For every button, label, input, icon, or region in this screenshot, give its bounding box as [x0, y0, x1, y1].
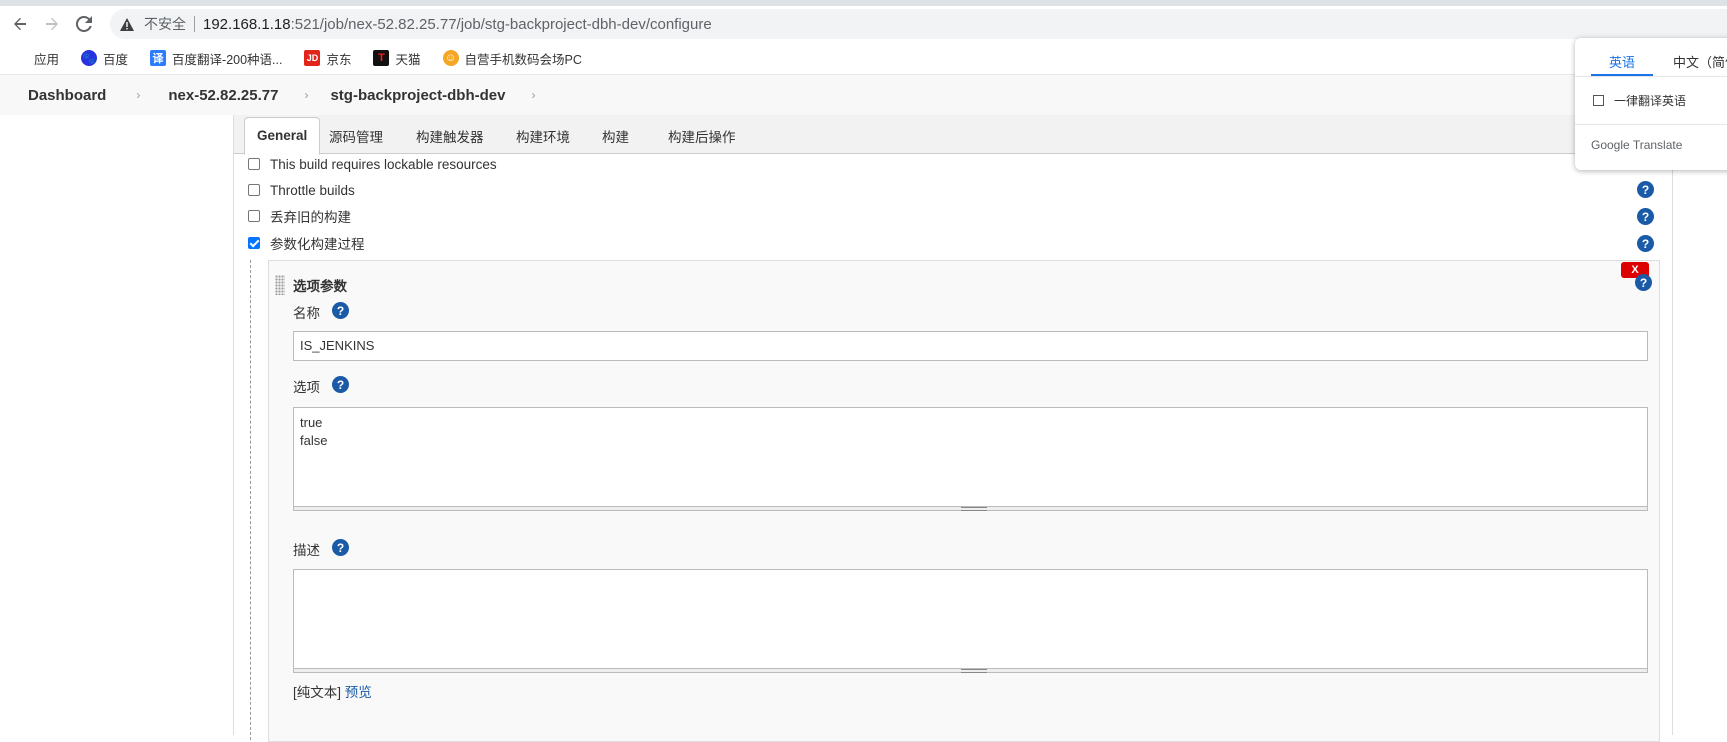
- name-label: 名称: [293, 306, 320, 321]
- browser-toolbar: 不安全 192.168.1.18:521/job/nex-52.82.25.77…: [0, 6, 1727, 42]
- config-tabbar: General 源码管理 构建触发器 构建环境 构建 构建后操作: [234, 115, 1672, 155]
- insecure-label: 不安全: [144, 16, 186, 32]
- option-label: 丢弃旧的构建: [270, 210, 351, 225]
- bookmark-jd[interactable]: JD 京东: [304, 49, 351, 68]
- option-label: This build requires lockable resources: [270, 156, 497, 172]
- option-label: 参数化构建过程: [270, 237, 365, 252]
- help-icon[interactable]: ?: [1637, 235, 1654, 252]
- always-translate-checkbox[interactable]: [1593, 95, 1604, 106]
- choices-resize-handle[interactable]: [293, 507, 1648, 511]
- param-title: 选项参数: [293, 279, 347, 294]
- translate-divider: [1575, 124, 1727, 125]
- chevron-right-icon[interactable]: ›: [136, 88, 140, 102]
- bookmark-baidu[interactable]: 🐾 百度: [81, 49, 128, 68]
- apps-grid-icon: [14, 51, 28, 65]
- preview-link[interactable]: 预览: [345, 685, 372, 700]
- help-icon[interactable]: ?: [332, 302, 349, 319]
- bookmark-apps[interactable]: 应用: [14, 49, 59, 68]
- help-icon[interactable]: ?: [1637, 208, 1654, 225]
- parameterized-build-checkbox[interactable]: [248, 237, 260, 249]
- bookmark-label: 百度: [103, 52, 129, 67]
- translate-tabs-divider: [1575, 76, 1727, 77]
- tab-general[interactable]: General: [244, 117, 321, 155]
- help-icon[interactable]: ?: [332, 376, 349, 393]
- back-button[interactable]: [8, 12, 32, 36]
- choice-parameter-block: 选项参数 X ? 名称 ? IS_JENKINS 选项 ? true false…: [268, 260, 1660, 742]
- help-icon[interactable]: ?: [332, 539, 349, 556]
- forward-button[interactable]: [40, 12, 64, 36]
- google-translate-popup: 英语 中文（简体） 一律翻译英语 Google Translate: [1575, 38, 1727, 170]
- drag-handle-icon[interactable]: [275, 275, 285, 295]
- description-resize-handle[interactable]: [293, 669, 1648, 673]
- arrow-left-icon: [14, 17, 26, 31]
- address-bar[interactable]: 不安全 192.168.1.18:521/job/nex-52.82.25.77…: [110, 9, 1727, 39]
- bookmark-label: 自营手机数码会场PC: [464, 52, 582, 67]
- bookmark-tmall[interactable]: T 天猫: [373, 49, 421, 68]
- discard-old-builds-checkbox[interactable]: [248, 210, 260, 222]
- google-translate-logo: Google Translate: [1591, 138, 1683, 152]
- tmall-icon: T: [373, 50, 390, 66]
- tab-post-build[interactable]: 构建后操作: [656, 123, 748, 153]
- tab-build-triggers[interactable]: 构建触发器: [404, 123, 496, 153]
- bookmark-label: 天猫: [395, 52, 421, 67]
- translate-icon: 译: [150, 50, 167, 66]
- chevron-right-icon[interactable]: ›: [531, 88, 535, 102]
- throttle-builds-checkbox[interactable]: [248, 184, 260, 196]
- option-parameterized-build[interactable]: 参数化构建过程: [248, 233, 365, 253]
- breadcrumb-folder[interactable]: nex-52.82.25.77: [168, 87, 278, 104]
- plain-text-label: [纯文本]: [293, 685, 342, 700]
- url-path: :521/job/nex-52.82.25.77/job/stg-backpro…: [290, 15, 712, 33]
- bookmark-baidu-translate[interactable]: 译 百度翻译-200种语...: [150, 49, 282, 68]
- plain-text-row: [纯文本] 预览: [293, 681, 372, 701]
- option-discard-old-builds[interactable]: 丢弃旧的构建: [248, 206, 351, 226]
- jd-icon: JD: [304, 50, 321, 66]
- option-throttle-builds[interactable]: Throttle builds: [248, 180, 355, 200]
- option-lockable-resources[interactable]: This build requires lockable resources: [248, 154, 497, 174]
- description-textarea[interactable]: [293, 569, 1648, 669]
- always-translate-option[interactable]: 一律翻译英语: [1593, 92, 1686, 109]
- always-translate-label: 一律翻译英语: [1614, 94, 1687, 108]
- tab-build-environment[interactable]: 构建环境: [504, 123, 582, 153]
- chevron-right-icon[interactable]: ›: [304, 88, 308, 102]
- lockable-resources-checkbox[interactable]: [248, 158, 260, 170]
- choices-textarea[interactable]: true false: [293, 407, 1648, 507]
- bookmark-promo[interactable]: ☺ 自营手机数码会场PC: [442, 49, 582, 68]
- reload-button[interactable]: [72, 12, 96, 36]
- bookmark-label: 应用: [34, 52, 60, 67]
- omnibox-separator: [194, 16, 195, 32]
- choices-label: 选项: [293, 380, 320, 395]
- reload-icon: [76, 16, 92, 32]
- help-icon[interactable]: ?: [1637, 181, 1654, 198]
- bookmarks-bar: 应用 🐾 百度 译 百度翻译-200种语... JD 京东 T 天猫 ☺ 自营手…: [0, 42, 1727, 75]
- arrow-right-icon: [46, 17, 58, 31]
- breadcrumb-job[interactable]: stg-backproject-dbh-dev: [330, 87, 505, 104]
- translate-tab-english[interactable]: 英语: [1591, 52, 1653, 71]
- name-input[interactable]: IS_JENKINS: [293, 331, 1648, 361]
- option-label: Throttle builds: [270, 182, 355, 198]
- translate-tab-chinese[interactable]: 中文（简体）: [1673, 52, 1727, 71]
- breadcrumb-dashboard[interactable]: Dashboard: [28, 87, 106, 104]
- breadcrumb: Dashboard › nex-52.82.25.77 › stg-backpr…: [0, 75, 1727, 115]
- bookmark-label: 京东: [326, 52, 352, 67]
- tab-source-control[interactable]: 源码管理: [317, 123, 395, 153]
- promo-icon: ☺: [442, 50, 459, 66]
- url-host: 192.168.1.18: [203, 15, 291, 33]
- tab-build[interactable]: 构建: [590, 123, 641, 153]
- help-icon[interactable]: ?: [1635, 274, 1652, 291]
- bookmark-label: 百度翻译-200种语...: [172, 52, 283, 67]
- baidu-paw-icon: 🐾: [81, 50, 98, 66]
- config-panel: General 源码管理 构建触发器 构建环境 构建 构建后操作 This bu…: [233, 115, 1673, 742]
- description-label: 描述: [293, 543, 320, 558]
- warning-icon: [120, 16, 136, 32]
